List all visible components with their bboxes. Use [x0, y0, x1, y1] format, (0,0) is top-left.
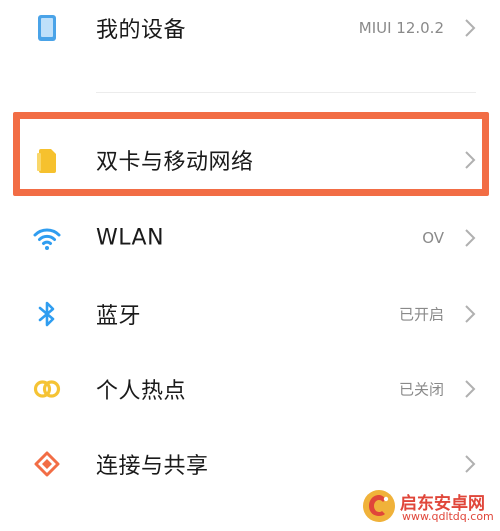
settings-item-label: WLAN — [96, 225, 165, 251]
settings-item-value: 已关闭 — [398, 380, 444, 399]
watermark: 启东安卓网 www.qdltdq.com — [362, 487, 494, 527]
watermark-url: www.qdltdq.com — [402, 510, 494, 523]
chevron-right-icon — [465, 305, 476, 323]
watermark-logo-icon — [363, 490, 395, 522]
settings-item-bluetooth[interactable]: 蓝牙 已开启 — [0, 282, 500, 346]
hotspot-icon — [33, 380, 61, 398]
settings-item-hotspot[interactable]: 个人热点 已关闭 — [0, 357, 500, 421]
chevron-right-icon — [465, 19, 476, 37]
settings-item-label: 我的设备 — [96, 18, 187, 43]
settings-item-label: 蓝牙 — [96, 304, 142, 329]
highlight-frame — [13, 112, 489, 196]
settings-item-value: MIUI 12.0.2 — [358, 19, 444, 37]
settings-item-label: 个人热点 — [96, 379, 187, 404]
settings-item-my-device[interactable]: 我的设备 MIUI 12.0.2 — [0, 0, 500, 56]
phone-icon — [38, 15, 56, 41]
settings-item-label: 连接与共享 — [96, 454, 209, 479]
chevron-right-icon — [465, 380, 476, 398]
chevron-right-icon — [465, 229, 476, 247]
settings-item-wlan[interactable]: WLAN OV — [0, 206, 500, 270]
share-icon — [34, 451, 60, 477]
section-divider — [96, 92, 476, 93]
settings-item-value: 已开启 — [398, 305, 444, 324]
bluetooth-icon — [38, 301, 55, 327]
wifi-icon — [33, 228, 61, 250]
settings-item-value: OV — [422, 229, 444, 247]
chevron-right-icon — [465, 455, 476, 473]
